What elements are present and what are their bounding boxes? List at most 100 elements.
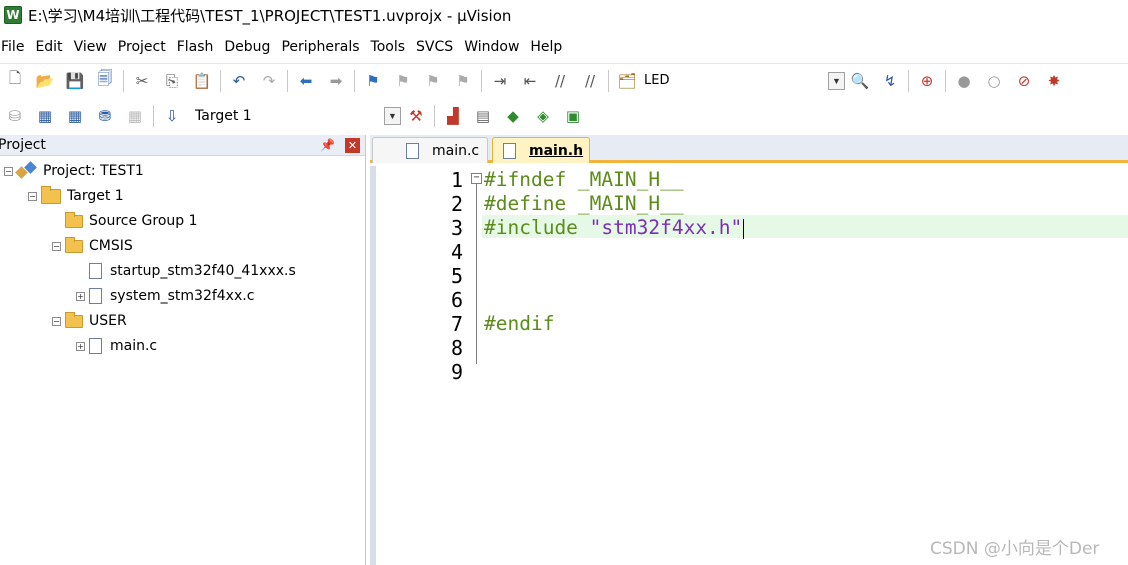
save-all-icon[interactable]: 🗐: [94, 69, 116, 92]
menu-debug[interactable]: Debug: [224, 39, 279, 55]
code-text: _MAIN_H__: [566, 168, 684, 191]
menu-help[interactable]: Help: [530, 39, 571, 55]
menu-peripherals[interactable]: Peripherals: [281, 39, 368, 55]
line-number: 3: [450, 216, 463, 240]
paste-icon[interactable]: 📋: [191, 70, 213, 92]
find-combo-dropdown[interactable]: ▼: [828, 72, 845, 90]
folder-icon: [65, 236, 83, 253]
tree-item[interactable]: + main.c: [76, 336, 157, 356]
navigate-forward-icon[interactable]: ➡: [325, 70, 347, 92]
uncomment-icon[interactable]: //: [579, 70, 601, 92]
tree-item-label: USER: [89, 313, 127, 329]
line-number: 1: [450, 168, 463, 192]
separator: [608, 69, 609, 92]
file-icon: [89, 288, 102, 304]
pack-installer-icon[interactable]: ◈: [532, 105, 554, 127]
menu-tools[interactable]: Tools: [371, 39, 415, 55]
collapse-icon[interactable]: −: [28, 191, 37, 201]
code-line[interactable]: #endif: [484, 312, 554, 336]
target-select[interactable]: Target 1: [195, 105, 315, 127]
stop-build-icon[interactable]: ▦: [124, 105, 146, 127]
disable-all-breakpoints-icon[interactable]: ⊘: [1013, 70, 1035, 92]
insert-breakpoint-icon[interactable]: ●: [953, 70, 975, 92]
build-icon[interactable]: ▦: [34, 105, 56, 127]
select-software-packs-icon[interactable]: ◆: [502, 105, 524, 127]
new-file-icon[interactable]: 🗋: [4, 69, 26, 92]
find-combo-text[interactable]: LED: [644, 73, 669, 88]
preprocessor-directive: #define: [484, 192, 567, 215]
translate-icon[interactable]: ⛁: [4, 105, 26, 127]
tab-main-c[interactable]: main.c: [372, 137, 488, 163]
copy-icon[interactable]: ⎘: [161, 70, 183, 92]
tab-main-h[interactable]: main.h: [492, 137, 590, 163]
window-title: E:\学习\M4培训\工程代码\TEST_1\PROJECT\TEST1.uvp…: [28, 6, 512, 25]
target-dropdown[interactable]: ▼: [384, 107, 401, 125]
tree-item[interactable]: − CMSIS: [52, 236, 133, 256]
bookmark-next-icon[interactable]: ⚑: [422, 70, 444, 92]
code-line[interactable]: #ifndef _MAIN_H__: [484, 168, 684, 192]
collapse-icon[interactable]: −: [52, 241, 61, 251]
project-panel-title: Project: [0, 137, 46, 153]
bookmark-insert-icon[interactable]: ⚑: [362, 70, 384, 92]
project-panel: Project 📌 ✕ − Project: TEST1 − Target 1 Sour…: [0, 135, 366, 565]
menu-view[interactable]: View: [74, 39, 116, 55]
undo-icon[interactable]: ↶: [228, 70, 250, 92]
fold-guide: [476, 184, 477, 364]
tree-item[interactable]: − Project: TEST1: [4, 161, 144, 181]
file-extensions-icon[interactable]: ▟: [442, 105, 464, 127]
menu-project[interactable]: Project: [118, 39, 175, 55]
tree-item[interactable]: − Target 1: [28, 185, 124, 206]
menu-edit[interactable]: Edit: [35, 39, 71, 55]
preprocessor-directive: #ifndef: [484, 168, 567, 191]
indent-icon[interactable]: ⇥: [489, 70, 511, 92]
tree-item[interactable]: Source Group 1: [52, 211, 198, 231]
tree-item[interactable]: startup_stm32f40_41xxx.s: [76, 261, 296, 281]
run-time-environment-icon[interactable]: ▣: [562, 105, 584, 127]
code-editor[interactable]: − 1 #ifndef _MAIN_H__ 2 #define _MAIN_H__ 3 #…: [370, 166, 1128, 565]
kill-all-breakpoints-icon[interactable]: ✸: [1043, 70, 1065, 92]
collapse-icon[interactable]: −: [52, 316, 61, 326]
line-number: 7: [450, 312, 463, 336]
project-panel-header: Project 📌 ✕: [0, 135, 365, 156]
comment-icon[interactable]: //: [549, 70, 571, 92]
tree-item-label: main.c: [110, 338, 158, 354]
fold-collapse-icon[interactable]: −: [471, 173, 482, 184]
manage-components-icon[interactable]: ▤: [472, 105, 494, 127]
folder-icon: [65, 211, 83, 228]
rebuild-icon[interactable]: ▦: [64, 105, 86, 127]
close-icon[interactable]: ✕: [345, 137, 360, 153]
tree-item-label: Target 1: [67, 188, 124, 204]
menu-svcs[interactable]: SVCS: [416, 39, 462, 55]
navigate-back-icon[interactable]: ⬅: [295, 70, 317, 92]
save-icon[interactable]: 💾: [64, 70, 86, 92]
cut-icon[interactable]: ✂: [131, 70, 153, 92]
editor-tab-strip: main.c main.h: [370, 135, 1128, 163]
open-file-icon[interactable]: 📂: [34, 70, 56, 92]
expand-icon[interactable]: +: [76, 341, 85, 351]
menu-file[interactable]: File: [1, 39, 33, 55]
download-load-icon[interactable]: ⇩: [161, 105, 183, 127]
tab-label: main.h: [529, 142, 584, 159]
bookmark-clear-icon[interactable]: ⚑: [452, 70, 474, 92]
enable-breakpoint-icon[interactable]: ○: [983, 70, 1005, 92]
find-icon[interactable]: 🔍: [849, 70, 871, 92]
menu-bar: File Edit View Project Flash Debug Peripherals…: [0, 34, 1128, 60]
incremental-find-icon[interactable]: ↯: [879, 70, 901, 92]
pin-icon[interactable]: 📌: [320, 138, 335, 152]
debug-session-icon[interactable]: ⊕: [916, 70, 938, 92]
find-in-files-icon[interactable]: 🗂: [616, 70, 638, 92]
tree-item[interactable]: + system_stm32f4xx.c: [76, 286, 254, 306]
collapse-icon[interactable]: −: [4, 166, 13, 176]
code-line[interactable]: #define _MAIN_H__: [484, 192, 684, 216]
tree-item[interactable]: − USER: [52, 311, 127, 331]
separator: [153, 105, 154, 127]
unindent-icon[interactable]: ⇤: [519, 70, 541, 92]
expand-icon[interactable]: +: [76, 291, 85, 301]
target-options-icon[interactable]: ⚒: [405, 105, 427, 127]
redo-icon[interactable]: ↷: [258, 70, 280, 92]
menu-flash[interactable]: Flash: [177, 39, 223, 55]
code-line[interactable]: #include "stm32f4xx.h": [484, 216, 745, 240]
batch-build-icon[interactable]: ⛃: [94, 105, 116, 127]
menu-window[interactable]: Window: [464, 39, 528, 55]
bookmark-prev-icon[interactable]: ⚑: [392, 70, 414, 92]
